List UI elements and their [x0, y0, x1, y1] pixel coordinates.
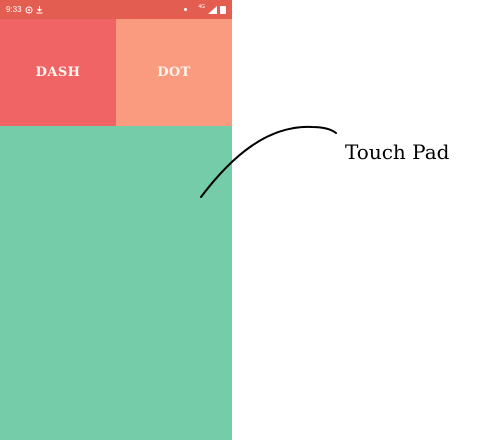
download-icon — [36, 5, 43, 14]
hotspot-icon — [25, 6, 33, 14]
page: 9:33 4G DASH DOT Touch Pad — [0, 0, 496, 440]
dot-button-label: DOT — [157, 65, 191, 80]
notification-dot-icon — [184, 8, 188, 11]
phone-screen: 9:33 4G DASH DOT — [0, 0, 232, 440]
signal-icon — [208, 5, 217, 14]
status-time: 9:33 — [6, 5, 22, 14]
status-left: 9:33 — [6, 5, 43, 14]
morse-buttons: DASH DOT — [0, 19, 232, 126]
dot-button[interactable]: DOT — [116, 19, 232, 126]
touch-pad-label: Touch Pad — [345, 140, 450, 164]
status-bar: 9:33 4G — [0, 0, 232, 19]
network-type: 4G — [198, 4, 205, 10]
dash-button[interactable]: DASH — [0, 19, 116, 126]
touch-pad[interactable] — [0, 126, 232, 440]
dash-button-label: DASH — [35, 65, 81, 80]
status-right: 4G — [184, 4, 226, 14]
battery-icon — [220, 5, 226, 14]
